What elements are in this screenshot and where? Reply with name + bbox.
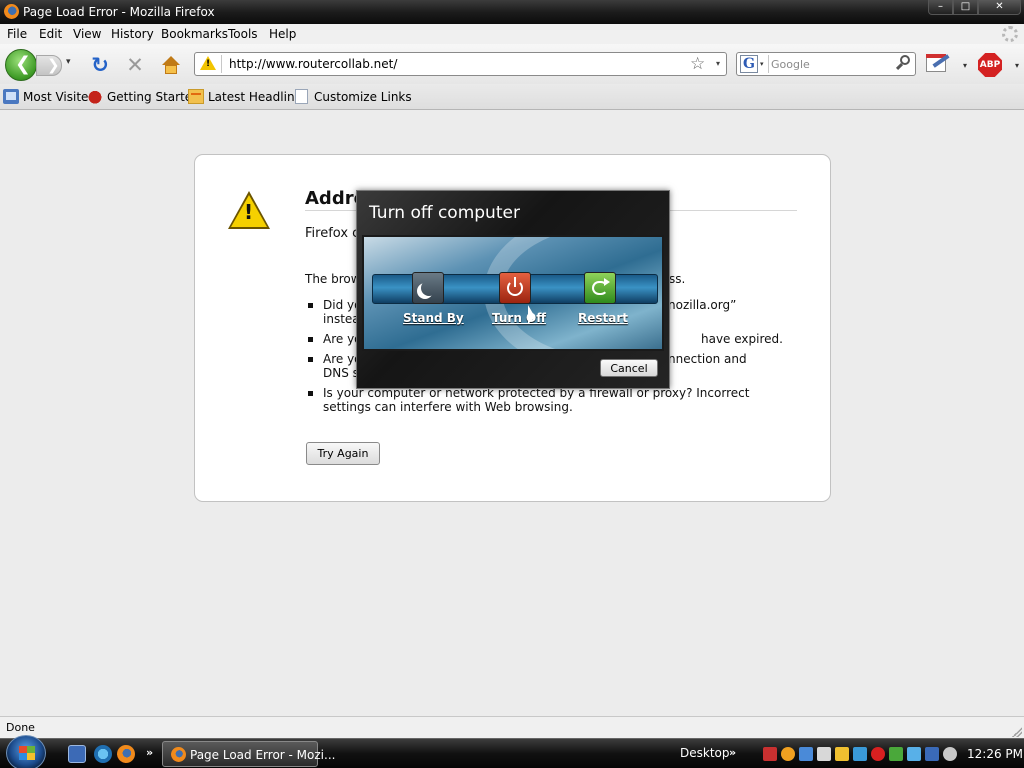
minimize-button[interactable]: –: [928, 0, 953, 15]
network-icon[interactable]: [925, 747, 939, 761]
rss-feed-icon: [188, 89, 204, 104]
search-icon[interactable]: [895, 55, 912, 71]
list-item-tail: have expired.: [701, 332, 783, 346]
taskbar-item-label: Page Load Error - Mozi...: [190, 748, 336, 762]
url-dropdown-icon[interactable]: ▾: [716, 59, 720, 68]
throbber-icon: [1002, 26, 1018, 42]
firefox-icon[interactable]: [117, 745, 135, 763]
desktop-toolbar-label[interactable]: Desktop: [680, 746, 730, 760]
shutdown-options-panel: Stand By Turn Off Restart: [362, 235, 664, 351]
status-text: Done: [6, 721, 35, 734]
error-intro-tail: ss.: [669, 272, 686, 286]
desktop-toolbar-more-icon[interactable]: »: [729, 746, 736, 759]
warning-icon: !: [228, 191, 270, 229]
internet-explorer-icon[interactable]: [94, 745, 112, 763]
most-visited-icon: [3, 89, 19, 104]
menu-bar: File Edit View History Bookmarks Tools H…: [0, 24, 1024, 44]
forward-button[interactable]: ❯: [36, 55, 62, 76]
adblock-plus-icon[interactable]: ABP: [978, 53, 1002, 77]
cancel-button[interactable]: Cancel: [600, 359, 658, 377]
bookmarks-toolbar: Most Visited Getting Started Latest Head…: [0, 84, 1024, 110]
history-dropdown-icon[interactable]: ▾: [66, 57, 71, 67]
list-item-tail: nozilla.org”: [668, 298, 737, 312]
stand-by-button[interactable]: [412, 272, 444, 304]
status-bar: Done: [0, 716, 1024, 738]
search-input[interactable]: [771, 55, 891, 73]
bookmark-getting-started[interactable]: Getting Started: [107, 90, 200, 104]
back-button[interactable]: ❮: [5, 49, 37, 81]
stop-button[interactable]: ✕: [124, 54, 146, 76]
getting-started-icon: [87, 89, 103, 104]
extension-dropdown-icon[interactable]: ▾: [963, 61, 967, 70]
menu-bookmarks[interactable]: Bookmarks: [161, 27, 228, 41]
forward-arrow-icon: ❯: [47, 56, 60, 74]
reload-button[interactable]: ↻: [89, 54, 111, 76]
navigation-toolbar: ❮ ❯ ▾ ↻ ✕ ! http://www.routercollab.net/…: [0, 44, 1024, 84]
try-again-button[interactable]: Try Again: [306, 442, 380, 465]
url-text[interactable]: http://www.routercollab.net/: [229, 57, 397, 71]
list-item: Is your computer or network protected by…: [305, 386, 765, 414]
menu-file[interactable]: File: [7, 27, 27, 41]
windows-logo-icon: [19, 746, 35, 760]
page-icon: [295, 89, 308, 104]
google-icon[interactable]: G: [740, 55, 758, 73]
tray-app-icon[interactable]: [871, 747, 885, 761]
warning-icon: !: [200, 56, 216, 70]
tray-app-icon[interactable]: [853, 747, 867, 761]
tray-app-icon[interactable]: [817, 747, 831, 761]
window-title: Page Load Error - Mozilla Firefox: [23, 5, 215, 19]
resize-grip-icon[interactable]: [1012, 727, 1022, 737]
show-desktop-icon[interactable]: [68, 745, 86, 763]
tray-app-icon[interactable]: [763, 747, 777, 761]
search-bar: G ▾: [736, 52, 916, 76]
menu-view[interactable]: View: [73, 27, 101, 41]
tray-app-icon[interactable]: [799, 747, 813, 761]
turn-off-dialog: Turn off computer Stand By Turn Off Rest…: [356, 190, 670, 389]
clock[interactable]: 12:26 PM: [967, 747, 1023, 761]
turn-off-label[interactable]: Turn Off: [492, 311, 546, 325]
menu-history[interactable]: History: [111, 27, 154, 41]
search-engine-dropdown-icon[interactable]: ▾: [760, 60, 764, 68]
taskbar-item-firefox[interactable]: Page Load Error - Mozi...: [162, 741, 335, 767]
error-subtitle: Firefox c: [305, 226, 360, 241]
back-arrow-icon: ❮: [15, 53, 31, 75]
adblock-dropdown-icon[interactable]: ▾: [1015, 61, 1019, 70]
menu-tools[interactable]: Tools: [228, 27, 258, 41]
restart-button[interactable]: [584, 272, 616, 304]
turn-off-button[interactable]: [499, 272, 531, 304]
list-item-tail: nnection and: [668, 352, 747, 366]
menu-edit[interactable]: Edit: [39, 27, 62, 41]
bookmark-most-visited[interactable]: Most Visited: [23, 90, 96, 104]
tray-app-icon[interactable]: [889, 747, 903, 761]
start-button[interactable]: [6, 735, 46, 768]
menu-help[interactable]: Help: [269, 27, 296, 41]
tray-app-icon[interactable]: [835, 747, 849, 761]
tray-app-icon[interactable]: [781, 747, 795, 761]
bookmark-customize-links[interactable]: Customize Links: [314, 90, 412, 104]
close-button[interactable]: ✕: [978, 0, 1021, 15]
home-icon: [162, 56, 180, 65]
window-titlebar[interactable]: Page Load Error - Mozilla Firefox – □ ✕: [0, 0, 1024, 24]
volume-icon[interactable]: [943, 747, 957, 761]
home-button[interactable]: [160, 54, 182, 76]
firefox-icon: [171, 747, 186, 762]
url-bar[interactable]: ! http://www.routercollab.net/ ☆ ▾: [194, 52, 727, 76]
quick-launch-more-icon[interactable]: »: [146, 746, 153, 759]
restart-label[interactable]: Restart: [578, 311, 628, 325]
moon-icon: [421, 280, 437, 296]
dialog-title: Turn off computer: [369, 203, 520, 223]
tray-app-icon[interactable]: [907, 747, 921, 761]
mouse-cursor-icon: [528, 305, 535, 324]
error-intro: The brow: [305, 272, 361, 286]
taskbar: » Page Load Error - Mozi... Desktop » 12…: [0, 735, 1024, 768]
firefox-icon: [4, 4, 19, 19]
bookmark-latest-headlines[interactable]: Latest Headlines: [208, 90, 308, 104]
stand-by-label[interactable]: Stand By: [403, 311, 464, 325]
maximize-button[interactable]: □: [953, 0, 978, 15]
bookmark-star-icon[interactable]: ☆: [690, 54, 705, 74]
edit-page-extension-icon[interactable]: [924, 53, 952, 75]
